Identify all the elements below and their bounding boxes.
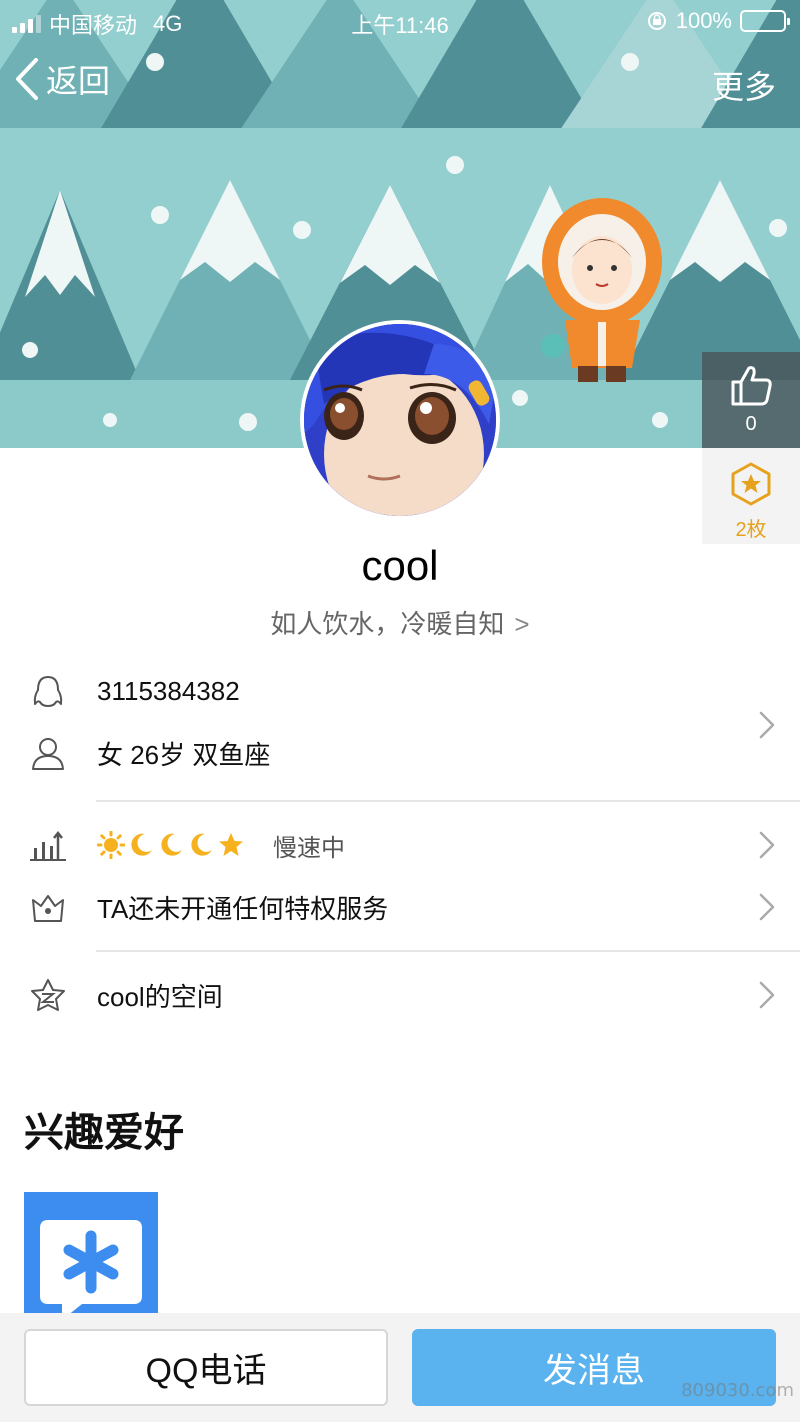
- more-button[interactable]: 更多: [712, 62, 776, 108]
- moon-icon: [131, 833, 152, 856]
- moon-icon: [161, 833, 182, 856]
- privilege-content: TA还未开通任何特权服务: [0, 876, 800, 938]
- nav-bar: 返回 更多: [0, 50, 800, 114]
- star-icon: [219, 833, 243, 856]
- basic-info-group[interactable]: 3115384382 女 26岁 双鱼座: [0, 660, 800, 788]
- bottom-action-bar: QQ电话 发消息: [0, 1313, 800, 1422]
- nickname: cool: [361, 542, 439, 589]
- hobbies-title: 兴趣爱好: [24, 1111, 184, 1155]
- space-text: cool的空间: [97, 981, 223, 1012]
- personal-info: 女 26岁 双鱼座: [97, 739, 271, 770]
- level-status: 慢速中: [273, 834, 345, 862]
- divider: [96, 950, 800, 952]
- penguin-icon: [33, 676, 63, 707]
- like-button[interactable]: 0: [702, 352, 800, 448]
- battery-percent: 100%: [675, 8, 732, 33]
- qq-call-button[interactable]: QQ电话: [24, 1329, 388, 1406]
- chevron-right-icon: [759, 893, 775, 921]
- level-content: 慢速中: [0, 814, 800, 876]
- person-icon: [32, 738, 64, 770]
- level-info: 慢速中: [97, 828, 345, 863]
- level-row[interactable]: 慢速中: [0, 814, 800, 876]
- signature-link[interactable]: 如人饮水，冷暖自知 >: [0, 604, 800, 641]
- chevron-right-icon: [759, 981, 775, 1009]
- badge-button[interactable]: 2枚: [702, 448, 800, 544]
- crown-icon: [32, 895, 64, 922]
- badge-count: 2枚: [735, 519, 767, 541]
- chevron-left-icon: [16, 58, 38, 100]
- info-list: 3115384382 女 26岁 双鱼座 慢速中 TA还未开通任何特权服务 co…: [0, 660, 800, 1026]
- like-count: 0: [745, 413, 757, 435]
- qq-number-row: 3115384382: [0, 660, 800, 722]
- level-chart-icon: [30, 830, 66, 861]
- hobby-app-tile[interactable]: [24, 1192, 158, 1326]
- rotation-lock-icon: [647, 12, 666, 30]
- personal-info-row: 女 26岁 双鱼座: [0, 722, 800, 784]
- chat-asterisk-icon: [24, 1192, 158, 1326]
- signature-text: 如人饮水，冷暖自知: [270, 609, 505, 639]
- avatar-image: [304, 324, 496, 516]
- divider: [96, 800, 800, 802]
- privilege-row[interactable]: TA还未开通任何特权服务: [0, 876, 800, 938]
- privilege-text: TA还未开通任何特权服务: [97, 893, 389, 924]
- chevron-right-icon: [759, 831, 775, 859]
- back-button[interactable]: 返回: [14, 56, 110, 102]
- status-right: 100%: [646, 8, 790, 34]
- side-panel: 0 2枚: [702, 352, 800, 544]
- battery-icon: [740, 10, 790, 32]
- star-hexagon-icon: [731, 462, 771, 506]
- moon-icon: [191, 833, 212, 856]
- chevron-right-icon: [759, 711, 775, 739]
- sun-icon: [97, 831, 125, 859]
- chevron-right-icon: >: [514, 609, 530, 639]
- status-bar: 中国移动 4G 上午11:46 100%: [0, 0, 800, 40]
- qq-number: 3115384382: [97, 675, 240, 706]
- level-icons: [97, 831, 245, 859]
- back-label: 返回: [46, 63, 111, 99]
- qzone-star-icon: [31, 979, 65, 1011]
- thumbs-up-icon: [731, 366, 772, 406]
- space-content: cool的空间: [0, 964, 800, 1026]
- watermark: 809030.com: [681, 1380, 794, 1401]
- space-row[interactable]: cool的空间: [0, 964, 800, 1026]
- avatar[interactable]: [300, 320, 500, 520]
